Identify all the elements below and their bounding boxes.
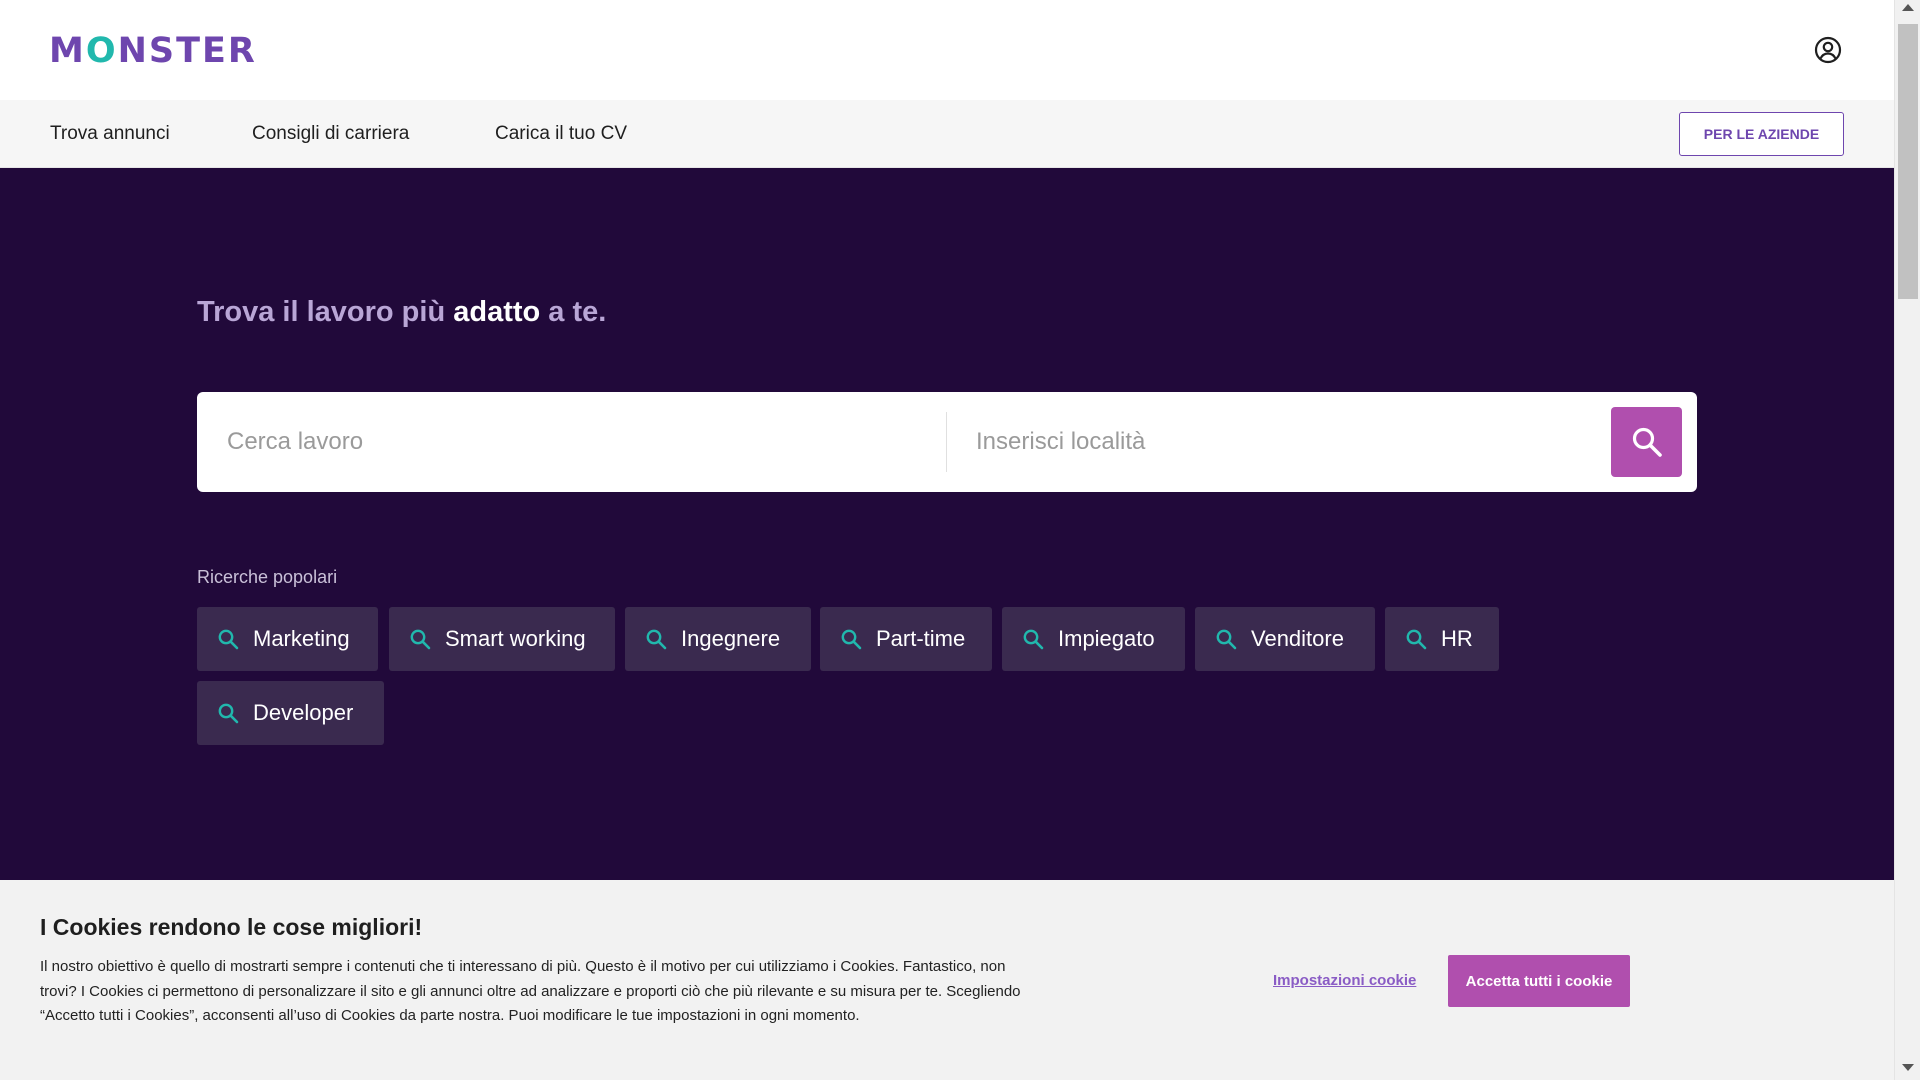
search-icon xyxy=(1216,629,1237,650)
chip-label: Venditore xyxy=(1251,626,1344,651)
scroll-down-arrow-icon[interactable] xyxy=(1902,1064,1914,1071)
search-icon xyxy=(1632,427,1662,457)
monster-logo[interactable]: MONSTER xyxy=(49,31,257,71)
hero-title-part2: a te. xyxy=(540,296,607,328)
accept-cookies-button[interactable]: Accetta tutti i cookie xyxy=(1448,955,1630,1007)
location-input[interactable] xyxy=(976,392,1556,492)
chip-label: Marketing xyxy=(253,626,350,651)
search-icon xyxy=(218,629,239,650)
site-header: MONSTER xyxy=(0,0,1894,100)
cookie-settings-link[interactable]: Impostazioni cookie xyxy=(1273,972,1416,989)
search-icon xyxy=(218,703,239,724)
search-button[interactable] xyxy=(1611,407,1682,477)
chip-label: Part-time xyxy=(876,626,966,651)
popular-search-chip[interactable]: Venditore xyxy=(1195,607,1375,671)
logo-letter-o: O xyxy=(85,31,118,71)
main-nav: Trova annunci Consigli di carriera Caric… xyxy=(0,100,1894,168)
page-scrollbar[interactable] xyxy=(1894,0,1920,1080)
hero-title-highlight: adatto xyxy=(453,296,541,328)
logo-letter-m: M xyxy=(49,31,86,71)
chip-label: Ingegnere xyxy=(681,626,781,651)
nav-item-consigli-carriera[interactable]: Consigli di carriera xyxy=(252,122,409,146)
popular-search-chip[interactable]: Smart working xyxy=(389,607,615,671)
cookie-text: Il nostro obiettivo è quello di mostrart… xyxy=(40,958,1021,1024)
search-icon xyxy=(1023,629,1044,650)
logo-letters-rest: NSTER xyxy=(117,31,257,71)
popular-search-chip[interactable]: Marketing xyxy=(197,607,378,671)
scrollbar-thumb[interactable] xyxy=(1898,24,1918,299)
user-circle-icon[interactable] xyxy=(1814,36,1842,64)
job-search-input[interactable] xyxy=(227,392,927,492)
search-icon xyxy=(1406,629,1427,650)
popular-search-chip[interactable]: Part-time xyxy=(820,607,992,671)
search-icon xyxy=(646,629,667,650)
chip-label: Smart working xyxy=(445,626,586,651)
search-divider xyxy=(946,412,947,472)
hero-title-part1: Trova il lavoro più xyxy=(197,296,454,328)
employers-button[interactable]: PER LE AZIENDE xyxy=(1679,112,1844,156)
search-icon xyxy=(410,629,431,650)
popular-search-chip[interactable]: Developer xyxy=(197,681,384,745)
nav-item-trova-annunci[interactable]: Trova annunci xyxy=(50,122,170,146)
popular-search-chip[interactable]: Impiegato xyxy=(1002,607,1185,671)
popular-searches-label: Ricerche popolari xyxy=(197,567,338,587)
nav-item-carica-cv[interactable]: Carica il tuo CV xyxy=(495,122,627,146)
chip-label: Impiegato xyxy=(1058,626,1155,651)
popular-search-chip[interactable]: HR xyxy=(1385,607,1499,671)
chip-label: Developer xyxy=(253,700,354,725)
search-box xyxy=(197,392,1697,492)
popular-search-chip[interactable]: Ingegnere xyxy=(625,607,811,671)
scroll-up-arrow-icon[interactable] xyxy=(1902,4,1914,11)
hero-title: Trova il lavoro più adatto a te. xyxy=(197,294,606,330)
cookie-title: I Cookies rendono le cose migliori! xyxy=(40,914,423,940)
hero-section: Trova il lavoro più adatto a te. Ricerch… xyxy=(0,168,1894,880)
cookie-banner: I Cookies rendono le cose migliori! Il n… xyxy=(0,880,1894,1080)
chip-label: HR xyxy=(1441,626,1473,651)
search-icon xyxy=(841,629,862,650)
